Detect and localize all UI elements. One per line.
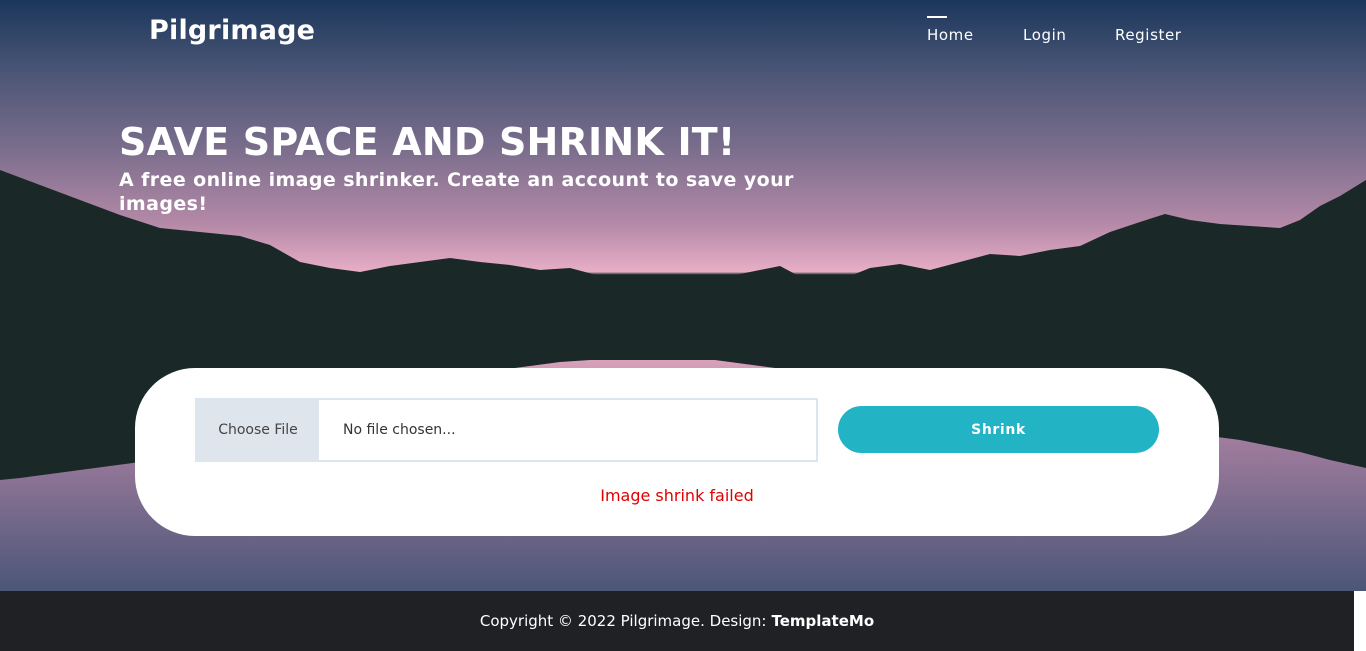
scroll-gutter bbox=[1354, 591, 1366, 651]
brand-logo[interactable]: Pilgrimage bbox=[149, 15, 315, 46]
top-navigation: Pilgrimage Home Login Register bbox=[0, 0, 1366, 70]
nav-link-register[interactable]: Register bbox=[1115, 26, 1182, 44]
choose-file-button[interactable]: Choose File bbox=[197, 400, 319, 460]
file-input[interactable]: Choose File No file chosen... bbox=[195, 398, 818, 462]
file-name-display: No file chosen... bbox=[343, 422, 456, 438]
shrink-button[interactable]: Shrink bbox=[838, 406, 1159, 453]
hero-subtitle: A free online image shrinker. Create an … bbox=[119, 169, 794, 215]
hero-title: SAVE SPACE AND SHRINK IT! bbox=[119, 120, 736, 164]
page-footer: Copyright © 2022 Pilgrimage. Design: Tem… bbox=[0, 591, 1354, 651]
nav-link-login[interactable]: Login bbox=[1023, 26, 1066, 44]
footer-copyright: Copyright © 2022 Pilgrimage. Design: bbox=[479, 612, 767, 630]
nav-link-home[interactable]: Home bbox=[927, 26, 974, 44]
active-link-indicator bbox=[927, 16, 947, 18]
status-message: Image shrink failed bbox=[600, 486, 754, 505]
upload-card: Choose File No file chosen... Shrink Ima… bbox=[135, 368, 1219, 536]
footer-credit-link[interactable]: TemplateMo bbox=[772, 612, 875, 630]
